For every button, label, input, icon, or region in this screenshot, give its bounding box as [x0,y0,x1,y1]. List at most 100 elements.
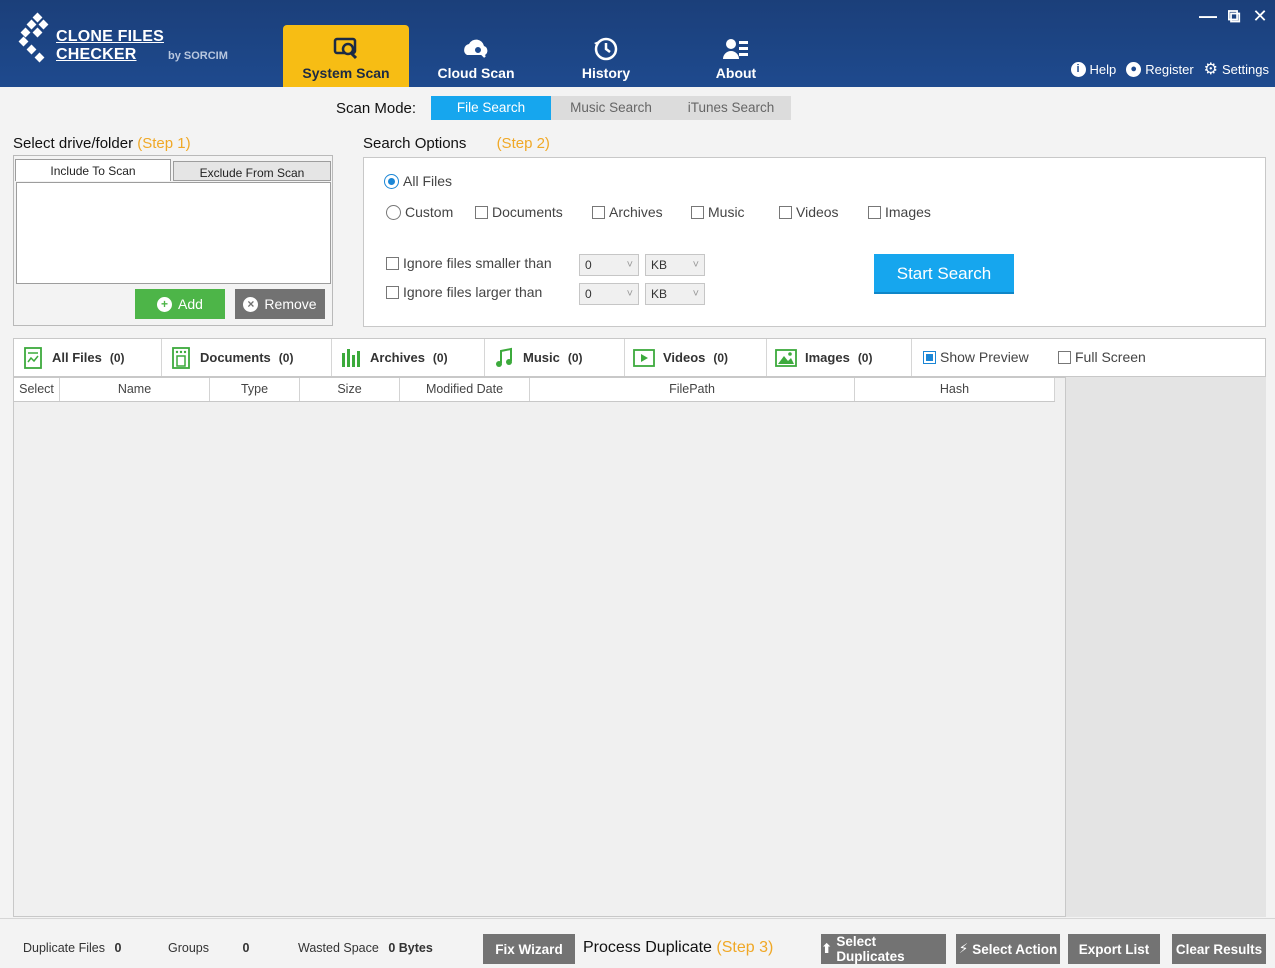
step2-title: Search Options [363,135,467,152]
results-table: Select Name Type Size Modified Date File… [13,377,1066,917]
archives-icon [342,348,360,367]
checkbox-icon [475,205,488,219]
column-size[interactable]: Size [300,378,400,401]
groups-value: 0 [242,941,250,955]
larger-size-select[interactable]: 0 [579,283,639,305]
archives-count: (0) [432,350,448,365]
duplicate-files-stat: Duplicate Files 0 [23,941,121,955]
videos-tab-label: Videos [663,350,706,365]
tab-images[interactable]: Images (0) [767,339,912,376]
music-search-button[interactable]: Music Search [551,96,672,120]
videos-checkbox[interactable]: Videos [779,204,839,220]
images-checkbox[interactable]: Images [868,204,931,220]
tab-all-files[interactable]: All Files (0) [14,339,162,376]
app-logo: CLONE FILES CHECKER by SORCIM [16,10,236,70]
window-controls: — ⧉ ✕ [1199,6,1269,26]
clear-results-button[interactable]: Clear Results [1172,934,1266,964]
tab-about[interactable]: About [673,25,799,87]
step2-step: (Step 2) [496,135,550,152]
tab-system-scan[interactable]: System Scan [283,25,409,87]
documents-tab-label: Documents [200,350,271,365]
help-label: Help [1089,62,1117,77]
itunes-search-button[interactable]: iTunes Search [671,96,792,120]
custom-radio[interactable]: Custom [386,204,453,220]
column-type[interactable]: Type [210,378,300,401]
archives-checkbox[interactable]: Archives [592,204,663,220]
add-label: Add [178,296,203,312]
add-button[interactable]: + Add [135,289,225,319]
checkbox-icon [691,205,704,219]
settings-link[interactable]: ⚙ Settings [1204,61,1269,77]
select-action-label: Select Action [972,941,1058,957]
all-files-icon [24,346,42,369]
info-icon: i [1070,62,1086,77]
image-icon [775,348,797,367]
preview-panel [1066,377,1266,917]
help-link[interactable]: i Help [1070,62,1117,77]
select-action-button[interactable]: ⚡ Select Action [956,934,1060,964]
column-filepath[interactable]: FilePath [530,378,855,401]
tab-cloud-scan[interactable]: Cloud Scan [413,25,539,87]
column-modified-date[interactable]: Modified Date [400,378,530,401]
groups-label: Groups [168,941,209,955]
app-subtitle: by SORCIM [168,50,228,62]
select-duplicates-button[interactable]: ⬆ Select Duplicates [821,934,946,964]
show-preview-checkbox[interactable]: Show Preview [923,349,1029,365]
all-files-radio[interactable]: All Files [384,173,452,189]
larger-unit-select[interactable]: KB [645,283,705,305]
tab-history[interactable]: History [543,25,669,87]
process-duplicate-label: Process Duplicate [583,939,712,956]
documents-count: (0) [278,350,294,365]
ignore-larger-checkbox[interactable]: Ignore files larger than [386,284,542,300]
checkbox-icon [1058,350,1071,364]
ignore-larger-label: Ignore files larger than [403,284,543,300]
minimize-button[interactable]: — [1199,6,1217,26]
images-label: Images [885,204,931,220]
music-note-icon [496,347,512,367]
plus-icon: + [157,296,173,312]
videos-label: Videos [796,204,839,220]
radio-selected-icon [384,173,399,189]
full-screen-checkbox[interactable]: Full Screen [1058,349,1146,365]
tab-videos[interactable]: Videos (0) [625,339,767,376]
start-search-button[interactable]: Start Search [874,254,1014,294]
music-checkbox[interactable]: Music [691,204,745,220]
tab-system-scan-label: System Scan [302,65,390,81]
checkbox-checked-icon [923,350,936,364]
tab-include-to-scan[interactable]: Include To Scan [15,159,171,181]
category-tabs: All Files (0) Documents (0) Archives (0)… [13,338,1266,377]
tab-documents[interactable]: Documents (0) [162,339,332,376]
music-label: Music [708,204,745,220]
file-search-button[interactable]: File Search [431,96,552,120]
duplicate-files-label: Duplicate Files [23,941,105,955]
all-files-tab-label: All Files [52,350,102,365]
tab-cloud-scan-label: Cloud Scan [437,65,515,81]
history-icon [594,37,618,61]
tab-about-label: About [715,65,757,81]
logo-diamond-icon [18,12,49,63]
close-button[interactable]: ✕ [1251,6,1269,26]
register-link[interactable]: ● Register [1126,62,1194,77]
status-footer: Duplicate Files 0 Groups 0 Wasted Space … [0,918,1275,968]
title-bar: CLONE FILES CHECKER by SORCIM System Sca… [0,0,1275,87]
column-select[interactable]: Select [14,378,60,401]
tab-music[interactable]: Music (0) [485,339,625,376]
show-preview-label: Show Preview [940,349,1029,365]
folder-list[interactable] [16,182,331,284]
archives-label: Archives [609,204,663,220]
tab-exclude-from-scan[interactable]: Exclude From Scan [173,161,331,181]
smaller-size-select[interactable]: 0 [579,254,639,276]
documents-checkbox[interactable]: Documents [475,204,563,220]
remove-button[interactable]: × Remove [235,289,325,319]
restore-button[interactable]: ⧉ [1225,6,1243,26]
export-list-button[interactable]: Export List [1068,934,1160,964]
images-tab-label: Images [805,350,850,365]
ignore-smaller-checkbox[interactable]: Ignore files smaller than [386,255,552,271]
tab-archives[interactable]: Archives (0) [332,339,485,376]
column-name[interactable]: Name [60,378,210,401]
smaller-unit-select[interactable]: KB [645,254,705,276]
fix-wizard-button[interactable]: Fix Wizard [483,934,575,964]
user-icon: ● [1126,62,1142,77]
column-hash[interactable]: Hash [855,378,1055,401]
cloud-scan-icon [464,39,488,58]
